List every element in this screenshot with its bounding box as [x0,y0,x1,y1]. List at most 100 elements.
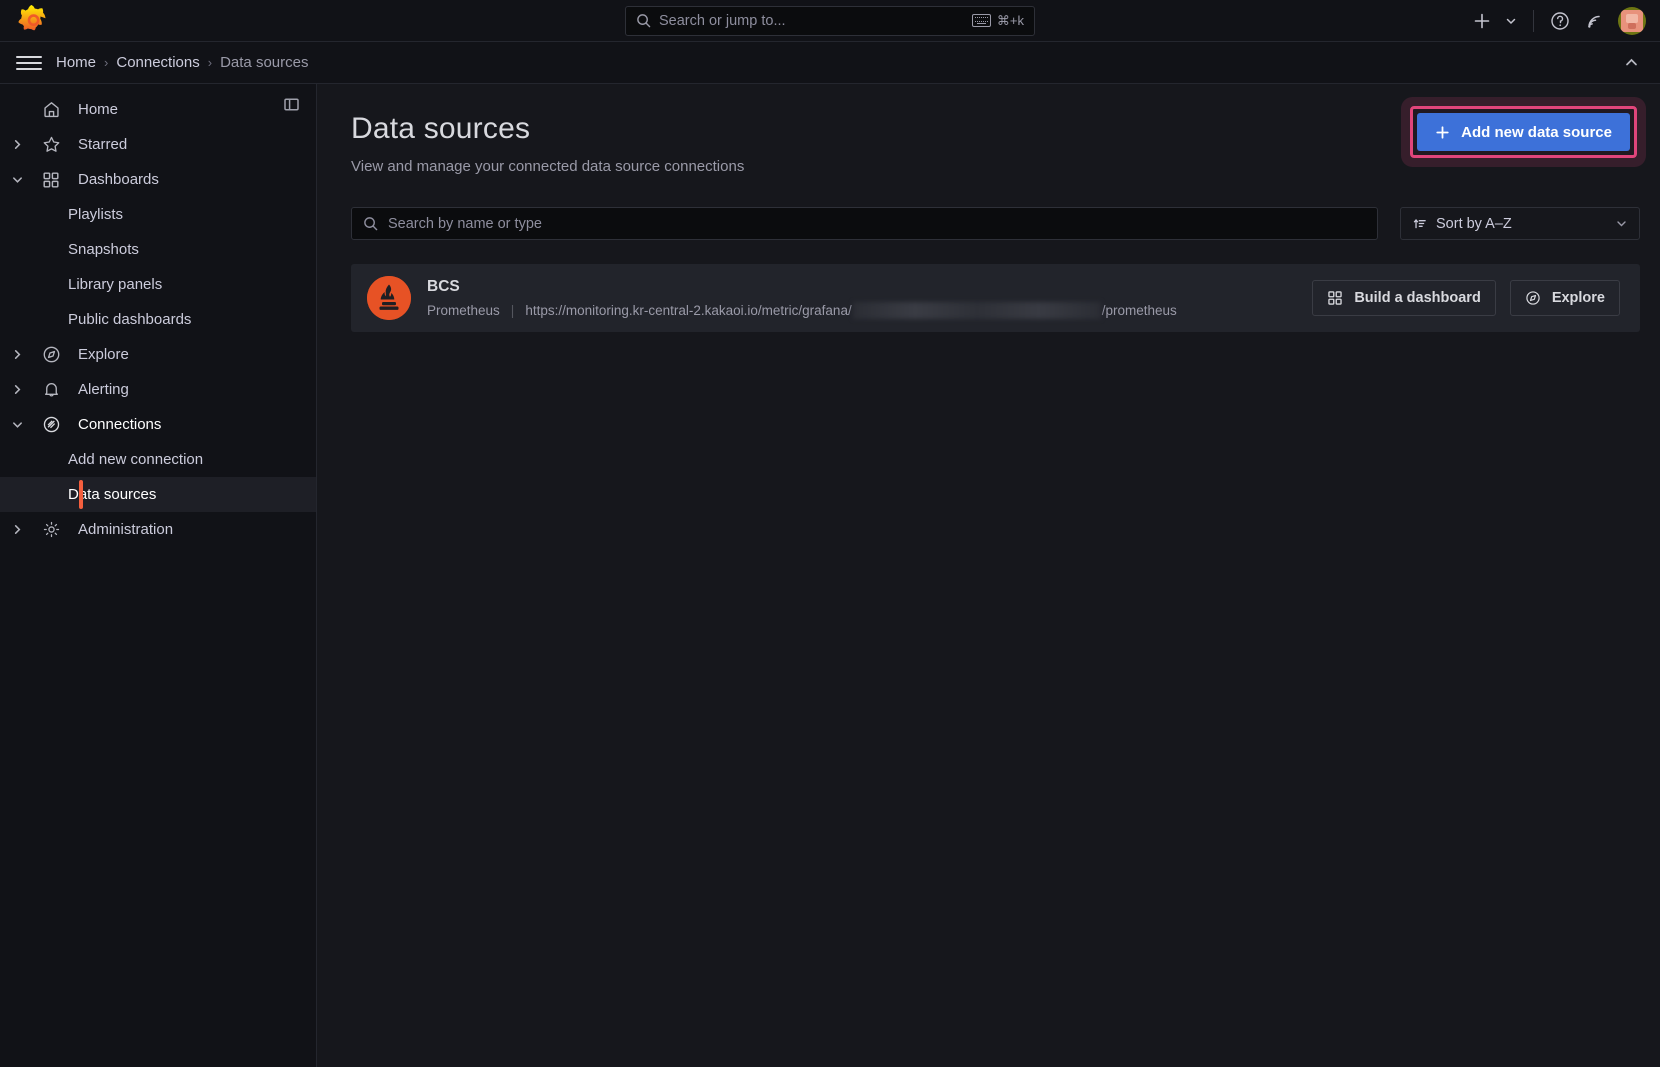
add-data-source-highlight: Add new data source [1410,106,1637,158]
dashboards-icon [1327,290,1343,306]
breadcrumb-separator: › [207,55,213,70]
sidebar-item-label: Explore [78,346,129,363]
breadcrumb-separator: › [104,55,109,70]
chevron-down-icon[interactable] [0,419,34,430]
search-shortcut-label: ⌘+k [996,12,1024,28]
plus-icon[interactable] [1473,12,1491,30]
sidebar-item-home[interactable]: Home [0,92,316,127]
sidebar-item-label: Dashboards [78,171,159,188]
page-header: Data sources View and manage your connec… [351,106,1640,175]
chevron-right-icon[interactable] [0,349,34,360]
data-source-url-suffix: /prometheus [1101,302,1177,318]
sidebar-item-label: Add new connection [68,451,204,468]
breadcrumb-item-home[interactable]: Home [56,54,96,71]
grafana-logo-icon[interactable] [18,5,50,37]
page-header-text: Data sources View and manage your connec… [351,112,744,175]
sidebar-item-label: Snapshots [68,241,139,258]
connections-icon [34,415,68,434]
sidebar-item-label: Alerting [78,381,129,398]
search-icon [636,13,651,28]
explore-label: Explore [1551,290,1605,306]
data-source-card[interactable]: BCS Prometheus | https://monitoring.kr-c… [351,264,1640,332]
sidebar-item-label: Home [78,101,119,118]
topbar-divider [1533,10,1534,32]
sidebar-item-add-new-connection[interactable]: Add new connection [0,442,316,477]
chevron-down-icon[interactable] [1615,217,1628,230]
chevron-down-icon[interactable] [1505,15,1517,27]
sidebar-item-label: Administration [78,521,174,538]
global-search-placeholder: Search or jump to... [659,12,786,29]
search-shortcut-hint: ⌘+k [971,12,1024,29]
data-source-meta: Prometheus | https://monitoring.kr-centr… [427,301,1296,319]
add-new-data-source-label: Add new data source [1461,123,1612,141]
prometheus-logo-icon [367,276,411,320]
chevron-right-icon[interactable] [0,384,34,395]
explore-button[interactable]: Explore [1509,280,1620,316]
sidebar-item-snapshots[interactable]: Snapshots [0,232,316,267]
search-input[interactable]: Search by name or type [351,207,1378,240]
sidebar-item-dashboards[interactable]: Dashboards [0,162,316,197]
compass-icon [1525,290,1541,306]
top-bar: Search or jump to... ⌘+k [0,0,1660,42]
sidebar-item-administration[interactable]: Administration [0,512,316,547]
rss-icon[interactable] [1584,11,1604,31]
avatar[interactable] [1618,7,1646,35]
data-source-type: Prometheus [427,302,500,318]
add-new-data-source-button[interactable]: Add new data source [1417,113,1630,151]
filters-row: Search by name or type Sort by A–Z [351,207,1640,240]
compass-icon [34,345,68,364]
data-source-actions: Build a dashboard Explore [1312,280,1620,316]
sidebar-item-label: Connections [78,416,162,433]
bell-icon [34,380,68,399]
plus-icon [1435,125,1450,140]
page-subtitle: View and manage your connected data sour… [351,158,745,175]
avatar-image [1621,10,1643,32]
sort-select-label: Sort by A–Z [1436,215,1512,232]
breadcrumb-item-data-sources[interactable]: Data sources [220,54,308,71]
app-body: Home Starred Dashboards Playlists Snapsh… [0,84,1660,1067]
star-icon [34,135,68,154]
search-input-placeholder: Search by name or type [388,215,542,232]
question-circle-icon[interactable] [1550,11,1570,31]
sidebar-item-label: Library panels [68,276,163,293]
sidebar-item-label: Public dashboards [68,311,192,328]
sort-select[interactable]: Sort by A–Z [1400,207,1640,240]
data-source-info: BCS Prometheus | https://monitoring.kr-c… [427,278,1296,319]
data-source-name: BCS [427,277,460,295]
sidebar: Home Starred Dashboards Playlists Snapsh… [0,84,317,1067]
sidebar-item-alerting[interactable]: Alerting [0,372,316,407]
breadcrumb-item-connections[interactable]: Connections [116,54,199,71]
data-source-url: https://monitoring.kr-central-2.kakaoi.i… [525,301,1177,319]
sort-amount-icon [1412,216,1427,231]
chevron-down-icon[interactable] [0,174,34,185]
sidebar-item-connections[interactable]: Connections [0,407,316,442]
main-content: Data sources View and manage your connec… [317,84,1660,1067]
breadcrumb-bar: Home › Connections › Data sources [0,42,1660,84]
hamburger-icon[interactable] [16,50,42,76]
sidebar-item-label: Data sources [68,486,157,503]
sidebar-item-explore[interactable]: Explore [0,337,316,372]
sidebar-item-label: Playlists [68,206,124,223]
build-dashboard-button[interactable]: Build a dashboard [1312,280,1496,316]
chevron-up-icon[interactable] [1623,54,1640,71]
breadcrumb: Home › Connections › Data sources [56,54,308,71]
dashboards-icon [34,171,68,189]
topbar-actions [1473,0,1646,42]
sidebar-item-public-dashboards[interactable]: Public dashboards [0,302,316,337]
global-search-input[interactable]: Search or jump to... ⌘+k [625,5,1035,36]
chevron-right-icon[interactable] [0,524,34,535]
gear-icon [34,520,68,539]
sidebar-item-library-panels[interactable]: Library panels [0,267,316,302]
build-dashboard-label: Build a dashboard [1354,290,1481,306]
home-icon [34,100,68,119]
sidebar-item-playlists[interactable]: Playlists [0,197,316,232]
chevron-right-icon[interactable] [0,139,34,150]
redacted-url-segment [852,301,1101,319]
search-icon [363,216,378,231]
sidebar-item-label: Starred [78,136,128,153]
keyboard-icon [971,14,991,27]
meta-divider: | [510,302,515,318]
sidebar-item-starred[interactable]: Starred [0,127,316,162]
data-source-url-prefix: https://monitoring.kr-central-2.kakaoi.i… [525,302,852,318]
sidebar-item-data-sources[interactable]: Data sources [0,477,316,512]
